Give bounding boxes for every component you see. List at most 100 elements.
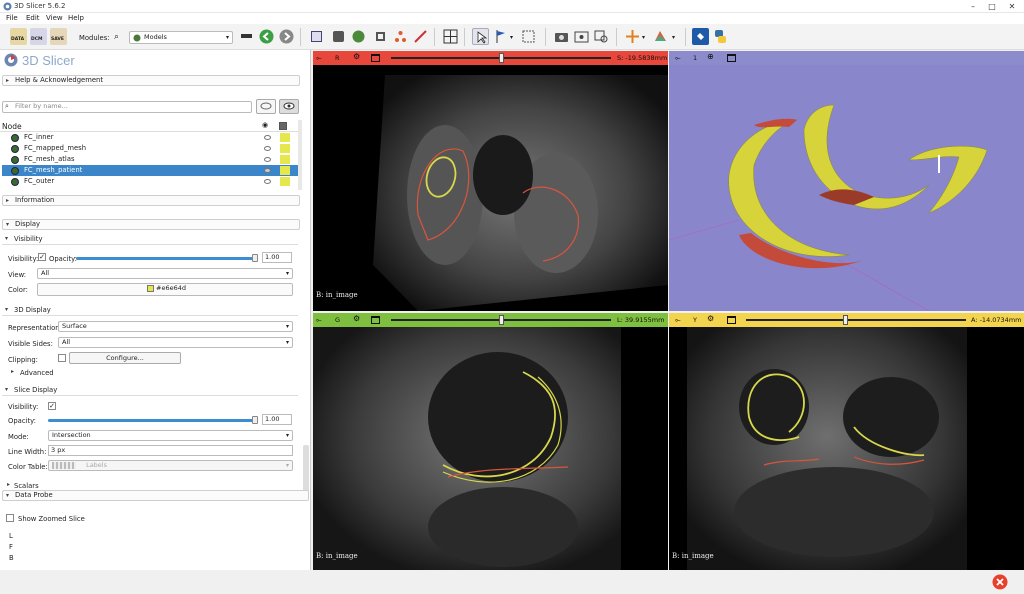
save-button[interactable]: SAVE bbox=[50, 28, 67, 45]
pin-icon[interactable]: ⟜ bbox=[675, 316, 681, 325]
advanced-label[interactable]: Advanced bbox=[20, 369, 54, 377]
opacity-slider[interactable] bbox=[76, 254, 258, 262]
line-width-spinbox[interactable]: 3 px bbox=[48, 445, 293, 456]
layout-button[interactable] bbox=[442, 28, 459, 45]
clipping-checkbox[interactable] bbox=[58, 354, 66, 362]
menu-edit[interactable]: Edit bbox=[26, 14, 40, 22]
load-data-button[interactable]: DATA bbox=[10, 28, 27, 45]
eye-icon[interactable] bbox=[264, 135, 271, 140]
visibility-toggle-button[interactable] bbox=[279, 99, 299, 114]
color-table-combo[interactable]: Labels ▾ bbox=[48, 460, 293, 471]
eye-icon[interactable] bbox=[264, 179, 271, 184]
tree-scrollbar[interactable] bbox=[298, 120, 302, 190]
scene-view-icon[interactable] bbox=[573, 28, 590, 45]
visible-sides-combo[interactable]: All ▾ bbox=[58, 337, 293, 348]
slice-display-header[interactable]: ▾ Slice Display bbox=[2, 384, 298, 396]
chevron-right-icon[interactable]: ▸ bbox=[7, 481, 10, 488]
yellow-slice-slider[interactable] bbox=[746, 319, 966, 321]
extensions-icon[interactable] bbox=[692, 28, 709, 45]
tree-row-fc-inner[interactable]: FC_inner bbox=[2, 132, 298, 143]
green-slice-view[interactable]: B: in_image bbox=[313, 327, 668, 570]
tree-row-fc-mesh-patient[interactable]: FC_mesh_patient bbox=[2, 165, 298, 176]
data-probe-header[interactable]: ▾ Data Probe bbox=[2, 490, 309, 501]
show-zoomed-label[interactable]: Show Zoomed Slice bbox=[18, 515, 85, 523]
center-view-icon[interactable]: ⊕ bbox=[707, 52, 714, 61]
pin-icon[interactable]: ⟜ bbox=[316, 54, 322, 63]
link-icon[interactable]: ⚙ bbox=[707, 314, 714, 323]
python-icon[interactable] bbox=[712, 28, 729, 45]
screenshot-icon[interactable] bbox=[553, 28, 570, 45]
scalars-label[interactable]: Scalars bbox=[14, 482, 39, 490]
information-section-header[interactable]: ▸ Information bbox=[2, 195, 300, 206]
color-swatch[interactable] bbox=[280, 155, 290, 164]
error-log-icon[interactable] bbox=[992, 574, 1008, 590]
view-options-icon[interactable] bbox=[727, 316, 736, 324]
chevron-down-icon[interactable]: ▾ bbox=[672, 34, 675, 41]
eye-icon[interactable] bbox=[264, 168, 271, 173]
tree-row-fc-mapped-mesh[interactable]: FC_mapped_mesh bbox=[2, 143, 298, 154]
search-scene-icon[interactable] bbox=[593, 28, 610, 45]
red-slice-handle[interactable] bbox=[499, 53, 504, 63]
models-module-icon[interactable] bbox=[350, 28, 367, 45]
window-level-icon[interactable] bbox=[652, 28, 669, 45]
threed-view[interactable] bbox=[669, 65, 1024, 311]
slice-opacity-spinbox[interactable]: 1.00 bbox=[262, 414, 292, 425]
visibility-subsection-header[interactable]: ▾ Visibility bbox=[2, 233, 298, 245]
tree-row-fc-outer[interactable]: FC_outer bbox=[2, 176, 298, 187]
eye-icon[interactable] bbox=[264, 157, 271, 162]
segment-editor-icon[interactable] bbox=[412, 28, 429, 45]
load-dicom-button[interactable]: DCM bbox=[30, 28, 47, 45]
minimize-button[interactable]: – bbox=[963, 0, 983, 13]
help-section-header[interactable]: ▸ Help & Acknowledgement bbox=[2, 75, 300, 86]
node-options-button[interactable] bbox=[256, 99, 276, 114]
representation-combo[interactable]: Surface ▾ bbox=[58, 321, 293, 332]
slice-opacity-slider[interactable] bbox=[48, 416, 258, 424]
pin-icon[interactable]: ⟜ bbox=[675, 54, 681, 63]
volumes-module-icon[interactable] bbox=[330, 28, 347, 45]
module-selector[interactable]: Models ▾ bbox=[129, 31, 233, 44]
color-swatch[interactable] bbox=[280, 133, 290, 142]
pointer-icon[interactable] bbox=[472, 28, 489, 45]
search-icon[interactable]: ⌕ bbox=[114, 32, 119, 42]
transforms-module-icon[interactable] bbox=[372, 28, 389, 45]
eye-icon[interactable]: ◉ bbox=[262, 121, 268, 129]
opacity-slider-handle[interactable] bbox=[252, 254, 258, 262]
data-module-icon[interactable] bbox=[308, 28, 325, 45]
chevron-down-icon[interactable]: ▾ bbox=[642, 34, 645, 41]
crosshair-grid-icon[interactable] bbox=[520, 28, 537, 45]
fiducial-place-icon[interactable] bbox=[492, 28, 509, 45]
show-zoomed-checkbox[interactable] bbox=[6, 514, 14, 522]
view-combo[interactable]: All ▾ bbox=[37, 268, 293, 279]
d3-display-header[interactable]: ▾ 3D Display bbox=[2, 304, 298, 316]
forward-button[interactable] bbox=[278, 28, 295, 45]
display-section-header[interactable]: ▾ Display bbox=[2, 219, 300, 230]
menu-help[interactable]: Help bbox=[68, 14, 84, 22]
configure-button[interactable]: Configure... bbox=[69, 352, 181, 364]
menu-view[interactable]: View bbox=[46, 14, 63, 22]
mode-combo[interactable]: Intersection ▾ bbox=[48, 430, 293, 441]
link-icon[interactable]: ⚙ bbox=[353, 314, 360, 323]
slice-opacity-handle[interactable] bbox=[252, 416, 258, 424]
crosshair-icon[interactable] bbox=[624, 28, 641, 45]
view-options-icon[interactable] bbox=[371, 54, 380, 62]
color-swatch[interactable] bbox=[280, 177, 290, 186]
link-icon[interactable]: ⚙ bbox=[353, 52, 360, 61]
yellow-slice-view[interactable]: B: in_image bbox=[669, 327, 1024, 570]
visibility-checkbox[interactable]: ✓ bbox=[38, 253, 46, 261]
tree-row-fc-mesh-atlas[interactable]: FC_mesh_atlas bbox=[2, 154, 298, 165]
color-swatch[interactable] bbox=[280, 144, 290, 153]
red-slice-view[interactable]: B: in_image bbox=[313, 65, 668, 311]
color-picker-button[interactable]: #e6e64d bbox=[37, 283, 293, 296]
view-options-icon[interactable] bbox=[727, 54, 736, 62]
module-history-button[interactable] bbox=[238, 28, 255, 45]
close-window-button[interactable]: ✕ bbox=[1002, 0, 1022, 13]
markups-module-icon[interactable] bbox=[392, 28, 409, 45]
panel-scrollbar[interactable] bbox=[303, 445, 309, 495]
pin-icon[interactable]: ⟜ bbox=[316, 316, 322, 325]
slice-visibility-checkbox[interactable]: ✓ bbox=[48, 402, 56, 410]
green-slice-handle[interactable] bbox=[499, 315, 504, 325]
opacity-spinbox[interactable]: 1.00 bbox=[262, 252, 292, 263]
yellow-slice-handle[interactable] bbox=[843, 315, 848, 325]
back-button[interactable] bbox=[258, 28, 275, 45]
eye-icon[interactable] bbox=[264, 146, 271, 151]
